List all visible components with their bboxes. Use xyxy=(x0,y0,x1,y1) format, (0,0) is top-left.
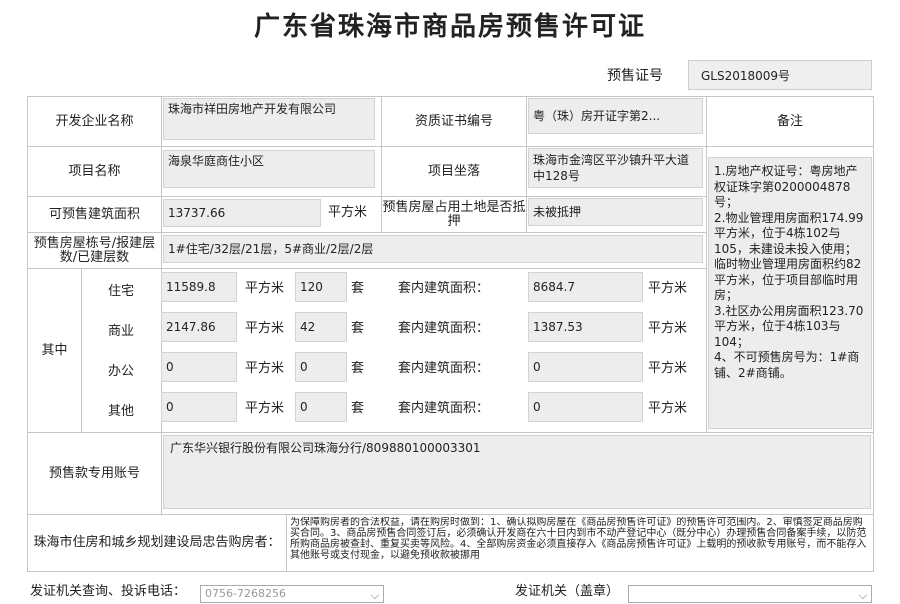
permit-number-value: GLS2018009号 xyxy=(688,60,872,90)
footer-right-label: 发证机关（盖章） xyxy=(515,584,620,599)
notice-text: 为保障购房者的合法权益，请在购房时做到：1、确认拟购房屋在《商品房预售许可证》的… xyxy=(290,517,867,561)
row-area-value: 0 xyxy=(161,352,237,382)
phone-select-value: 0756-7268256 xyxy=(205,587,286,600)
remarks-label: 备注 xyxy=(706,96,874,146)
row-count-unit: 套 xyxy=(351,401,365,416)
row-inner-value: 0 xyxy=(528,392,643,422)
row-inner-unit: 平方米 xyxy=(648,321,688,336)
row-type-label: 住宅 xyxy=(107,284,134,299)
row-count-value: 0 xyxy=(295,352,347,382)
row-inner-value: 8684.7 xyxy=(528,272,643,302)
area-label: 可预售建筑面积 xyxy=(27,196,161,232)
row-inner-value: 1387.53 xyxy=(528,312,643,342)
project-value: 海泉华庭商住小区 xyxy=(163,150,375,188)
developer-value: 珠海市祥田房地产开发有限公司 xyxy=(163,98,375,140)
row-area-unit: 平方米 xyxy=(245,401,285,416)
row-type-label: 其他 xyxy=(107,404,134,419)
qualification-value: 粤（珠）房开证字第2... xyxy=(528,98,703,134)
area-value: 13737.66 xyxy=(163,199,321,227)
row-area-unit: 平方米 xyxy=(245,361,285,376)
row-area-unit: 平方米 xyxy=(245,321,285,336)
buildings-value: 1#住宅/32层/21层，5#商业/2层/2层 xyxy=(163,235,703,263)
row-type-label: 商业 xyxy=(107,324,134,339)
row-inner-unit: 平方米 xyxy=(648,281,688,296)
row-count-value: 0 xyxy=(295,392,347,422)
area-unit: 平方米 xyxy=(328,205,368,220)
row-count-value: 120 xyxy=(295,272,347,302)
row-area-unit: 平方米 xyxy=(245,281,285,296)
chevron-down-icon: ⌵ xyxy=(858,589,867,602)
phone-select[interactable]: 0756-7268256 ⌵ xyxy=(200,585,384,603)
page-title: 广东省珠海市商品房预售许可证 xyxy=(253,12,646,42)
row-count-unit: 套 xyxy=(351,281,365,296)
row-inner-label: 套内建筑面积： xyxy=(398,401,490,416)
row-area-value: 0 xyxy=(161,392,237,422)
row-inner-unit: 平方米 xyxy=(648,401,688,416)
issuer-select[interactable]: ⌵ xyxy=(628,585,872,603)
location-label: 项目坐落 xyxy=(381,146,526,196)
buildings-label: 预售房屋栋号/报建层数/已建层数 xyxy=(27,232,161,268)
row-type-label: 办公 xyxy=(107,364,134,379)
mortgage-value: 未被抵押 xyxy=(528,198,703,226)
location-value: 珠海市金湾区平沙镇升平大道中128号 xyxy=(528,148,703,188)
row-area-value: 11589.8 xyxy=(161,272,237,302)
account-value: 广东华兴银行股份有限公司珠海分行/809880100003301 xyxy=(163,435,871,509)
qualification-label: 资质证书编号 xyxy=(381,96,526,146)
row-inner-label: 套内建筑面积： xyxy=(398,281,490,296)
row-count-value: 42 xyxy=(295,312,347,342)
row-area-value: 2147.86 xyxy=(161,312,237,342)
account-label: 预售款专用账号 xyxy=(27,432,161,514)
remarks-text: 1.房地产权证号：粤房地产权证珠字第0200004878号； 2.物业管理用房面… xyxy=(708,157,872,429)
row-inner-value: 0 xyxy=(528,352,643,382)
permit-number-label: 预售证号 xyxy=(607,68,663,84)
chevron-down-icon: ⌵ xyxy=(370,589,379,602)
row-inner-label: 套内建筑面积： xyxy=(398,361,490,376)
developer-label: 开发企业名称 xyxy=(27,96,161,146)
row-inner-unit: 平方米 xyxy=(648,361,688,376)
mortgage-label: 预售房屋占用土地是否抵押 xyxy=(381,196,526,232)
row-inner-label: 套内建筑面积： xyxy=(398,321,490,336)
breakdown-label: 其中 xyxy=(27,268,81,432)
row-count-unit: 套 xyxy=(351,321,365,336)
footer-left-label: 发证机关查询、投诉电话： xyxy=(30,584,187,599)
project-label: 项目名称 xyxy=(27,146,161,196)
row-count-unit: 套 xyxy=(351,361,365,376)
notice-label: 珠海市住房和城乡规划建设局忠告购房者： xyxy=(27,514,286,572)
